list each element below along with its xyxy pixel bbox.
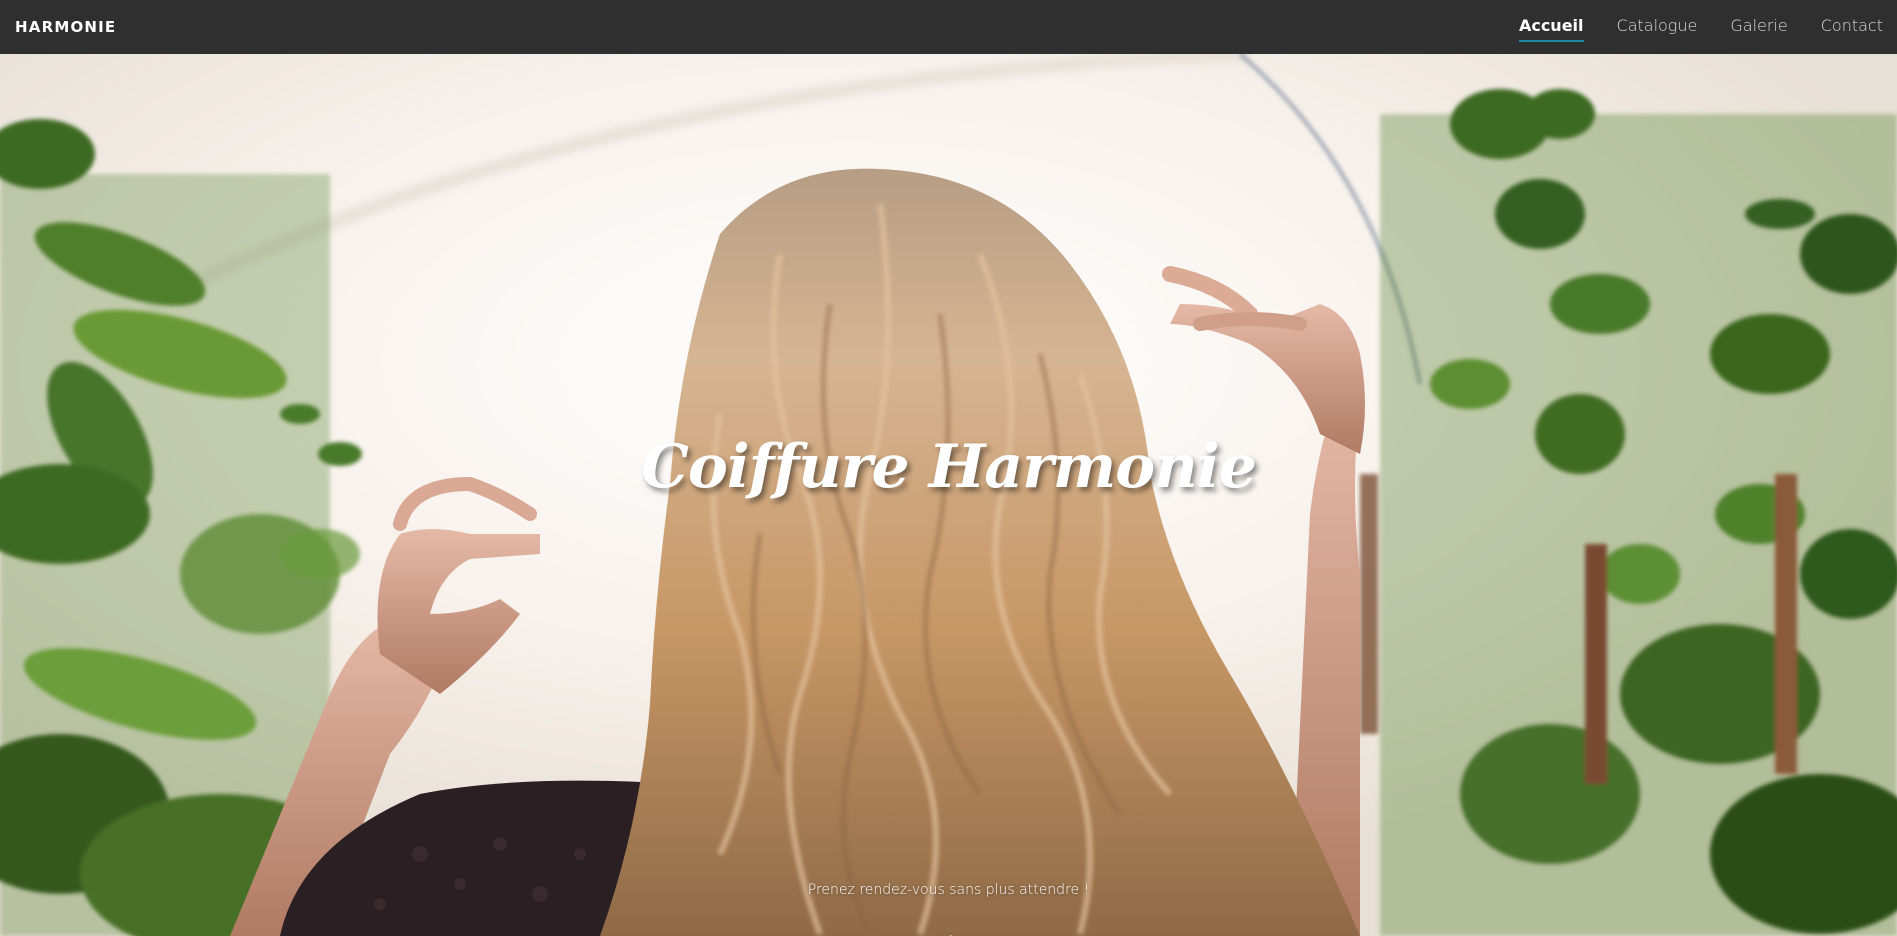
brand-logo[interactable]: HARMONIE	[15, 18, 116, 36]
nav-links: Accueil Catalogue Galerie Contact	[1518, 12, 1883, 42]
hero-section: Coiffure Harmonie Prenez rendez-vous san…	[0, 54, 1897, 936]
hero-subtitle: Prenez rendez-vous sans plus attendre !	[807, 882, 1090, 898]
hero-title: Coiffure Harmonie	[641, 432, 1257, 502]
nav-link-galerie[interactable]: Galerie	[1730, 12, 1787, 42]
nav-link-accueil[interactable]: Accueil	[1518, 12, 1584, 42]
navbar: HARMONIE Accueil Catalogue Galerie Conta…	[0, 0, 1897, 54]
nav-link-contact[interactable]: Contact	[1821, 12, 1883, 42]
nav-link-catalogue[interactable]: Catalogue	[1617, 12, 1698, 42]
